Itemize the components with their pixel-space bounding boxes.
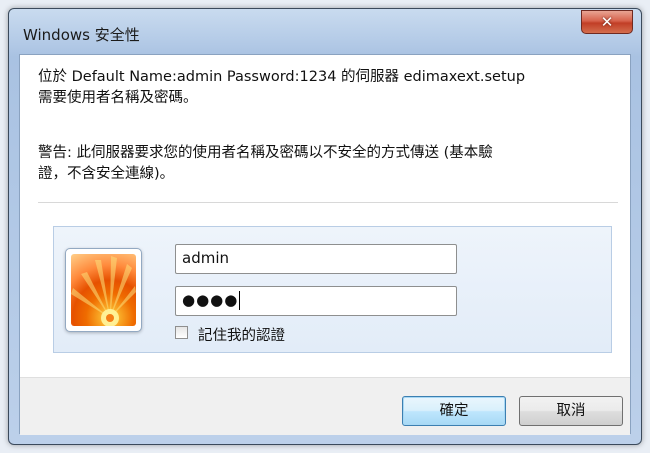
ok-button[interactable]: 確定 — [402, 396, 506, 426]
warning-line-2: 證，不含安全連線)。 — [38, 166, 175, 182]
dialog-title: Windows 安全性 — [23, 26, 140, 44]
remember-checkbox[interactable] — [175, 326, 188, 339]
dialog-content: 位於 Default Name:admin Password:1234 的伺服器… — [19, 54, 631, 435]
close-button[interactable]: ✕ — [581, 10, 633, 34]
windows-security-dialog: Windows 安全性 ✕ 位於 Default Name:admin Pass… — [8, 8, 642, 445]
button-bar: 確定 取消 — [20, 377, 630, 435]
credential-panel: admin ●●●● 記住我的認證 — [53, 226, 612, 353]
cancel-button[interactable]: 取消 — [519, 396, 623, 426]
message-line-1: 位於 Default Name:admin Password:1234 的伺服器… — [38, 69, 526, 85]
divider — [38, 202, 618, 203]
close-icon: ✕ — [600, 13, 614, 31]
username-field[interactable]: admin — [175, 244, 457, 274]
text-caret — [239, 291, 241, 310]
remember-label: 記住我的認證 — [198, 328, 285, 344]
user-picture-icon — [71, 254, 136, 326]
message-line-2: 需要使用者名稱及密碼。 — [38, 90, 198, 106]
username-value: admin — [182, 249, 229, 267]
password-field[interactable]: ●●●● — [175, 286, 457, 316]
password-mask: ●●●● — [182, 291, 239, 309]
security-warning: 警告: 此伺服器要求您的使用者名稱及密碼以不安全的方式傳送 (基本驗 證，不含安… — [38, 143, 618, 185]
user-tile — [65, 248, 142, 332]
title-bar[interactable]: Windows 安全性 ✕ — [9, 9, 641, 53]
server-message: 位於 Default Name:admin Password:1234 的伺服器… — [38, 67, 618, 109]
warning-line-1: 警告: 此伺服器要求您的使用者名稱及密碼以不安全的方式傳送 (基本驗 — [38, 145, 493, 161]
